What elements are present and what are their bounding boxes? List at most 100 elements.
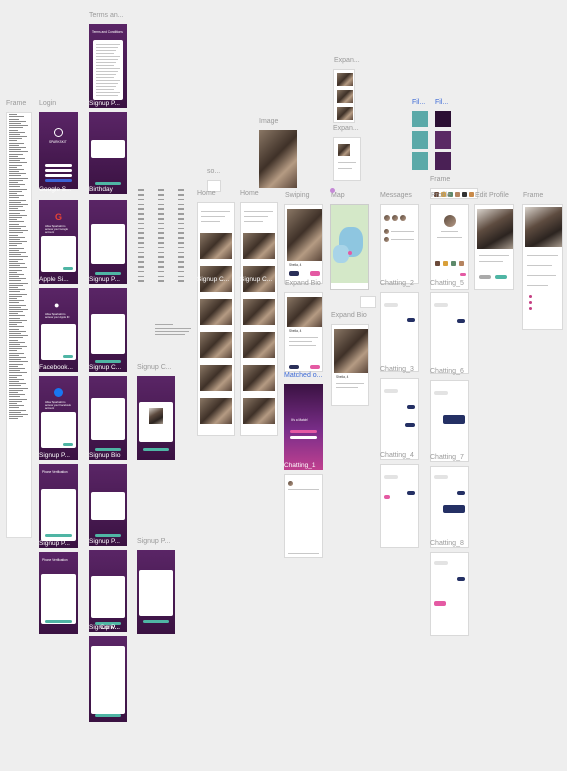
- signup-description-screen[interactable]: [89, 464, 127, 546]
- filter-teal-3[interactable]: [412, 152, 428, 170]
- image-frame[interactable]: [259, 130, 297, 188]
- signup-name-screen[interactable]: [89, 200, 127, 284]
- home-photo-card[interactable]: [243, 332, 275, 358]
- edit-profile-screen[interactable]: [474, 204, 514, 290]
- matched-keep-swiping-button[interactable]: [290, 436, 317, 439]
- signup-name-next-button[interactable]: [95, 272, 121, 275]
- expand-dislike-button[interactable]: [289, 365, 299, 369]
- signup-interests-next-button[interactable]: [95, 714, 121, 717]
- chatting-2-screen[interactable]: [380, 292, 419, 372]
- text-document-frame[interactable]: [6, 112, 32, 538]
- login-facebook-button[interactable]: [45, 179, 72, 182]
- profile-screen[interactable]: [430, 204, 469, 290]
- expan-stack-frame[interactable]: [333, 69, 355, 123]
- text-line: [9, 291, 20, 293]
- chatting-3-screen[interactable]: [380, 378, 419, 460]
- filter-dark-3[interactable]: [435, 152, 451, 170]
- small-sheet-1[interactable]: [360, 296, 376, 308]
- text-line: [9, 284, 23, 286]
- phone-verification-screen[interactable]: Phone Verification: [39, 464, 78, 548]
- google-continue-button[interactable]: [63, 267, 73, 270]
- text-line: [9, 120, 26, 122]
- chatting-8-screen[interactable]: [430, 552, 469, 636]
- birthday-screen[interactable]: [89, 112, 127, 194]
- signup-picture-screen[interactable]: [137, 376, 175, 460]
- home-photo-card[interactable]: [243, 365, 275, 391]
- facebook-signin-screen[interactable]: Allow Sparkskit to access your Facebook …: [39, 376, 78, 460]
- apple-continue-button[interactable]: [63, 355, 73, 358]
- home-photo-card[interactable]: [200, 365, 232, 391]
- signup-interests-screen[interactable]: [89, 636, 127, 722]
- chatting-4-screen[interactable]: [380, 464, 419, 548]
- text-line: [9, 269, 22, 271]
- filter-teal-1[interactable]: [412, 111, 428, 127]
- signup-preference-screen[interactable]: [137, 550, 175, 634]
- signup-description-next-button[interactable]: [95, 534, 121, 537]
- edit-profile-save-button[interactable]: [495, 275, 507, 279]
- map-screen[interactable]: [330, 204, 369, 290]
- grid-item: [158, 275, 164, 278]
- login-screen[interactable]: SPARKSKIT: [39, 112, 78, 189]
- home-photo-card[interactable]: [243, 299, 275, 325]
- chatting-7-screen[interactable]: [430, 466, 469, 548]
- text-line: [9, 308, 28, 310]
- chatting-5-screen[interactable]: [430, 292, 469, 374]
- signup-picture-next-button[interactable]: [143, 448, 169, 451]
- facebook-continue-button[interactable]: [63, 443, 73, 446]
- home-screen-1[interactable]: [197, 202, 235, 436]
- terms-line: [96, 56, 120, 57]
- text-line: [9, 300, 24, 302]
- text-line: [9, 133, 20, 135]
- home-photo-card[interactable]: [200, 233, 232, 259]
- matched-screen[interactable]: It's a Match!: [284, 384, 323, 470]
- settings-frame[interactable]: [522, 204, 563, 330]
- otp-screen[interactable]: Phone Verification: [39, 552, 78, 634]
- apple-signin-screen[interactable]: ● Allow Sparkskit to access your Apple I…: [39, 288, 78, 372]
- home-screen-2[interactable]: [240, 202, 278, 436]
- text-line: [9, 378, 24, 380]
- home-photo-card[interactable]: [243, 398, 275, 424]
- expand-like-button[interactable]: [310, 365, 320, 369]
- swipe-dislike-button[interactable]: [289, 271, 299, 276]
- matched-message-button[interactable]: [290, 430, 317, 433]
- profile-toggle[interactable]: [460, 273, 466, 276]
- filter-teal-2[interactable]: [412, 131, 428, 149]
- label-signup-p7: Signup P...: [39, 540, 70, 547]
- birthday-next-button[interactable]: [95, 182, 121, 185]
- signup-email-screen[interactable]: [89, 288, 127, 372]
- google-signin-screen[interactable]: G Allow Sparkskit to access your Google …: [39, 200, 78, 284]
- expand-bio-screen-1[interactable]: Sheila, 4: [284, 292, 323, 372]
- login-apple-button[interactable]: [45, 169, 72, 172]
- otp-next-button[interactable]: [45, 620, 72, 623]
- chatting-1-screen[interactable]: [284, 474, 323, 558]
- home-photo-card[interactable]: [200, 398, 232, 424]
- home-photo-card[interactable]: [200, 332, 232, 358]
- home-photo-card[interactable]: [243, 233, 275, 259]
- swiping-screen[interactable]: Sheila, 4: [284, 204, 323, 284]
- login-google-button[interactable]: [45, 164, 72, 167]
- signup-email-next-button[interactable]: [95, 360, 121, 363]
- signup-gender-screen[interactable]: [89, 550, 127, 632]
- expand-bio-screen-2[interactable]: Sheila, 4: [331, 324, 369, 406]
- grid-item: [178, 198, 184, 201]
- map-pin-icon[interactable]: [348, 251, 352, 255]
- chat6-bubble-out: [443, 415, 465, 424]
- expan-sheet-frame[interactable]: [333, 137, 361, 181]
- expand-2-name: Sheila, 4: [336, 375, 349, 379]
- swipe-like-button[interactable]: [310, 271, 320, 276]
- filter-dark-2[interactable]: [435, 131, 451, 149]
- signup-photo-next-button[interactable]: [95, 448, 121, 451]
- edit-profile-cancel-button[interactable]: [479, 275, 491, 279]
- home-photo-card[interactable]: [200, 299, 232, 325]
- terms-screen[interactable]: Terms and Conditions: [89, 24, 127, 108]
- profile-chip-1: [435, 261, 440, 266]
- signup-bio-photo-screen[interactable]: [89, 376, 127, 460]
- messages-screen[interactable]: [380, 204, 419, 284]
- login-email-button[interactable]: [45, 174, 72, 177]
- chatting-6-screen[interactable]: [430, 380, 469, 462]
- text-line: [9, 337, 23, 339]
- grid-item: [138, 218, 144, 220]
- phone-next-button[interactable]: [45, 534, 72, 537]
- signup-preference-next-button[interactable]: [143, 620, 169, 623]
- filter-dark-1[interactable]: [435, 111, 451, 127]
